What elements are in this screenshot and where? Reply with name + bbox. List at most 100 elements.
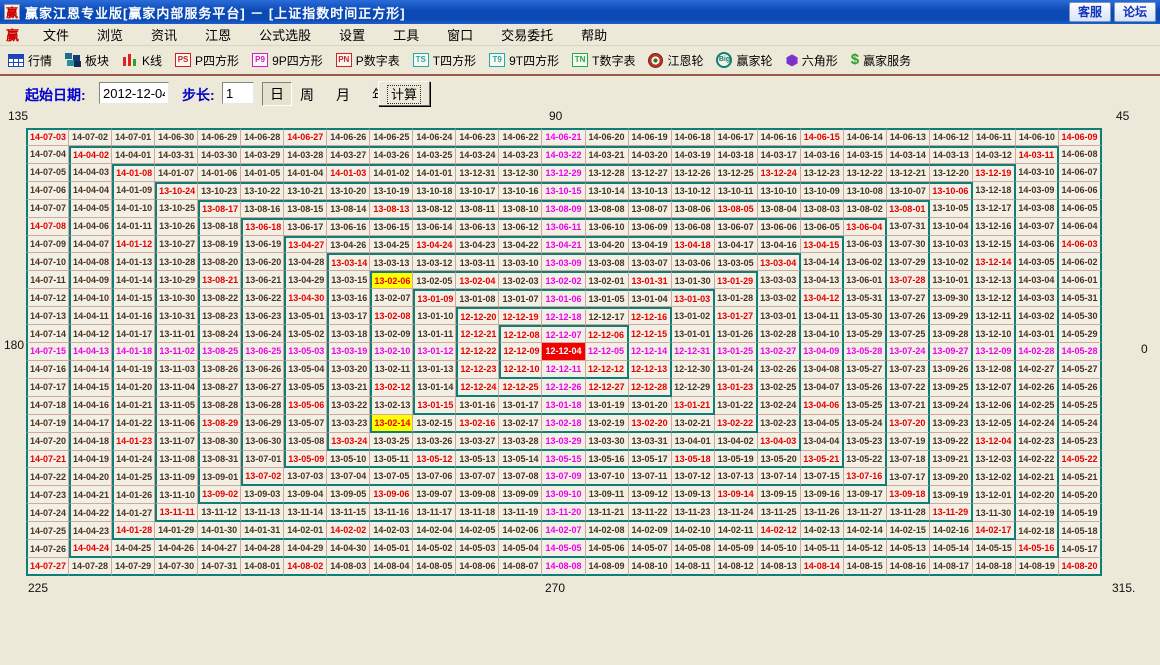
grid-cell[interactable]: 14-08-16	[887, 558, 930, 576]
grid-cell[interactable]: 14-07-23	[26, 486, 69, 504]
grid-cell[interactable]: 14-05-01	[370, 540, 413, 558]
grid-cell[interactable]: 13-05-30	[844, 307, 887, 325]
grid-cell[interactable]: 12-12-30	[672, 361, 715, 379]
grid-cell[interactable]: 12-12-23	[456, 361, 499, 379]
grid-cell[interactable]: 13-03-01	[758, 307, 801, 325]
grid-cell[interactable]: 14-01-24	[112, 451, 155, 469]
grid-cell[interactable]: 14-02-20	[1016, 486, 1059, 504]
grid-cell[interactable]: 13-03-12	[413, 253, 456, 271]
grid-cell[interactable]: 13-04-26	[327, 236, 370, 254]
grid-cell[interactable]: 13-01-19	[586, 397, 629, 415]
grid-cell[interactable]: 13-06-16	[327, 218, 370, 236]
grid-cell[interactable]: 13-01-02	[672, 307, 715, 325]
step-input[interactable]	[222, 82, 254, 104]
grid-cell[interactable]: 13-06-06	[758, 218, 801, 236]
grid-cell[interactable]: 14-02-16	[930, 522, 973, 540]
grid-cell[interactable]: 13-09-26	[930, 361, 973, 379]
grid-cell[interactable]: 14-07-17	[26, 379, 69, 397]
grid-cell[interactable]: 14-03-14	[887, 146, 930, 164]
calculate-button[interactable]: 计算	[378, 81, 430, 106]
grid-cell[interactable]: 13-10-21	[284, 182, 327, 200]
grid-cell[interactable]: 13-05-24	[844, 415, 887, 433]
grid-cell[interactable]: 13-06-03	[844, 236, 887, 254]
grid-cell[interactable]: 13-09-12	[629, 486, 672, 504]
grid-cell[interactable]: 13-10-27	[155, 236, 198, 254]
grid-cell[interactable]: 14-02-04	[413, 522, 456, 540]
grid-cell[interactable]: 13-01-10	[413, 307, 456, 325]
grid-cell[interactable]: 13-02-09	[370, 325, 413, 343]
grid-cell[interactable]: 13-05-12	[413, 451, 456, 469]
grid-cell[interactable]: 14-06-16	[758, 128, 801, 146]
grid-cell[interactable]: 14-02-01	[284, 522, 327, 540]
grid-cell[interactable]: 13-09-13	[672, 486, 715, 504]
grid-cell[interactable]: 14-04-03	[69, 164, 112, 182]
toolbar-item-yingjiafuwu[interactable]: $赢家服务	[851, 52, 911, 69]
grid-cell[interactable]: 13-10-13	[629, 182, 672, 200]
grid-cell[interactable]: 13-06-07	[715, 218, 758, 236]
grid-cell[interactable]: 14-01-23	[112, 433, 155, 451]
grid-cell[interactable]: 13-06-23	[241, 307, 284, 325]
grid-cell[interactable]: 14-01-10	[112, 200, 155, 218]
grid-cell[interactable]: 12-12-11	[542, 361, 585, 379]
grid-cell[interactable]: 14-02-21	[1016, 468, 1059, 486]
grid-cell[interactable]: 14-03-11	[1016, 146, 1059, 164]
grid-cell[interactable]: 13-10-25	[155, 200, 198, 218]
grid-cell[interactable]: 14-07-31	[198, 558, 241, 576]
grid-cell[interactable]: 13-03-05	[715, 253, 758, 271]
grid-cell[interactable]: 14-05-13	[887, 540, 930, 558]
grid-cell[interactable]: 13-11-02	[155, 343, 198, 361]
toolbar-item-yingjialun[interactable]: Big赢家轮	[716, 52, 772, 69]
grid-cell[interactable]: 13-12-26	[672, 164, 715, 182]
grid-cell[interactable]: 13-08-03	[801, 200, 844, 218]
grid-cell[interactable]: 13-08-02	[844, 200, 887, 218]
grid-cell[interactable]: 13-07-11	[629, 468, 672, 486]
grid-cell[interactable]: 13-01-15	[413, 397, 456, 415]
grid-cell[interactable]: 13-10-04	[930, 218, 973, 236]
grid-cell[interactable]: 14-07-19	[26, 415, 69, 433]
grid-cell[interactable]: 13-04-17	[715, 236, 758, 254]
grid-cell[interactable]: 13-06-11	[542, 218, 585, 236]
grid-cell[interactable]: 13-02-08	[370, 307, 413, 325]
grid-cell[interactable]: 14-04-27	[198, 540, 241, 558]
grid-cell[interactable]: 14-03-15	[844, 146, 887, 164]
grid-cell[interactable]: 13-03-13	[370, 253, 413, 271]
grid-cell[interactable]: 13-10-09	[801, 182, 844, 200]
grid-cell[interactable]: 13-11-15	[327, 504, 370, 522]
grid-cell[interactable]: 13-07-14	[758, 468, 801, 486]
grid-cell[interactable]: 13-03-04	[758, 253, 801, 271]
grid-cell[interactable]: 14-06-04	[1059, 218, 1102, 236]
grid-cell[interactable]: 13-08-15	[284, 200, 327, 218]
grid-cell[interactable]: 13-08-27	[198, 379, 241, 397]
grid-cell[interactable]: 13-02-25	[758, 379, 801, 397]
grid-cell[interactable]: 14-03-16	[801, 146, 844, 164]
grid-cell[interactable]: 14-07-02	[69, 128, 112, 146]
grid-cell[interactable]: 13-11-04	[155, 379, 198, 397]
grid-cell[interactable]: 13-06-20	[241, 253, 284, 271]
grid-cell[interactable]: 12-12-12	[586, 361, 629, 379]
grid-cell[interactable]: 13-05-01	[284, 307, 327, 325]
grid-cell[interactable]: 14-03-28	[284, 146, 327, 164]
grid-cell[interactable]: 13-11-30	[973, 504, 1016, 522]
grid-cell[interactable]: 14-06-29	[198, 128, 241, 146]
grid-cell[interactable]: 14-04-30	[327, 540, 370, 558]
grid-cell[interactable]: 13-05-13	[456, 451, 499, 469]
grid-cell[interactable]: 13-09-27	[930, 343, 973, 361]
grid-cell[interactable]: 13-01-11	[413, 325, 456, 343]
grid-cell[interactable]: 14-01-22	[112, 415, 155, 433]
grid-cell[interactable]: 14-02-24	[1016, 415, 1059, 433]
grid-cell[interactable]: 13-07-01	[241, 451, 284, 469]
grid-cell[interactable]: 13-11-07	[155, 433, 198, 451]
grid-cell[interactable]: 13-12-17	[973, 200, 1016, 218]
period-button-1[interactable]: 日	[262, 82, 292, 106]
grid-cell[interactable]: 13-05-27	[844, 361, 887, 379]
grid-cell[interactable]: 13-02-13	[370, 397, 413, 415]
grid-cell[interactable]: 14-02-23	[1016, 433, 1059, 451]
grid-cell[interactable]: 13-01-08	[456, 289, 499, 307]
grid-cell[interactable]: 13-12-15	[973, 236, 1016, 254]
grid-cell[interactable]: 13-12-18	[973, 182, 1016, 200]
grid-cell[interactable]: 14-04-13	[69, 343, 112, 361]
grid-cell[interactable]: 13-04-15	[801, 236, 844, 254]
grid-cell[interactable]: 12-12-31	[672, 343, 715, 361]
menu-item-7[interactable]: 工具	[383, 23, 429, 46]
grid-cell[interactable]: 13-07-30	[887, 236, 930, 254]
